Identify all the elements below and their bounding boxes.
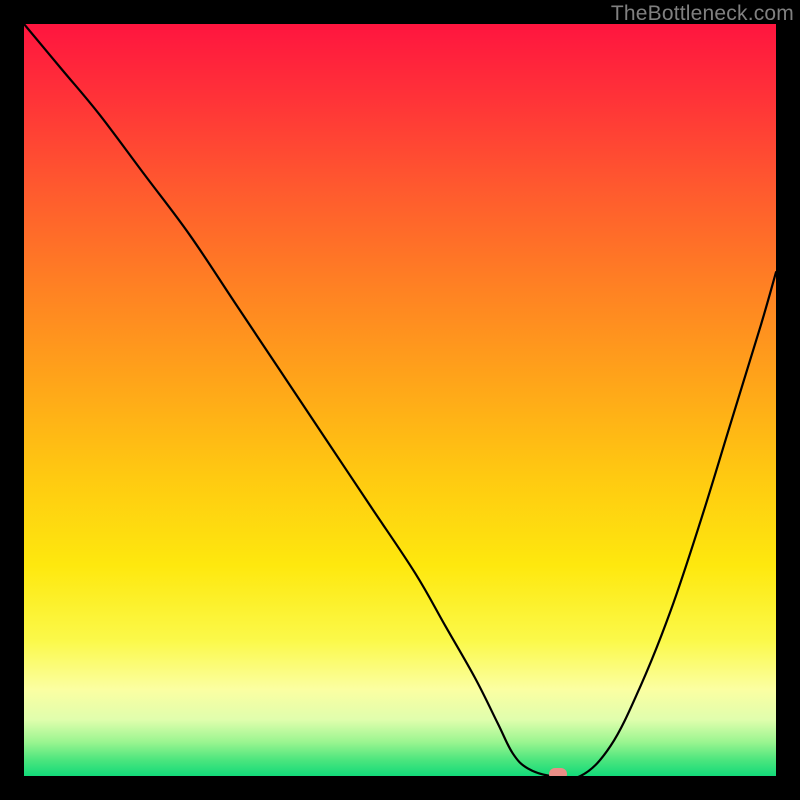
- chart-frame: TheBottleneck.com: [0, 0, 800, 800]
- optimal-point-marker: [549, 768, 567, 776]
- plot-area: [24, 24, 776, 776]
- bottleneck-curve: [24, 24, 776, 776]
- watermark-text: TheBottleneck.com: [611, 2, 794, 26]
